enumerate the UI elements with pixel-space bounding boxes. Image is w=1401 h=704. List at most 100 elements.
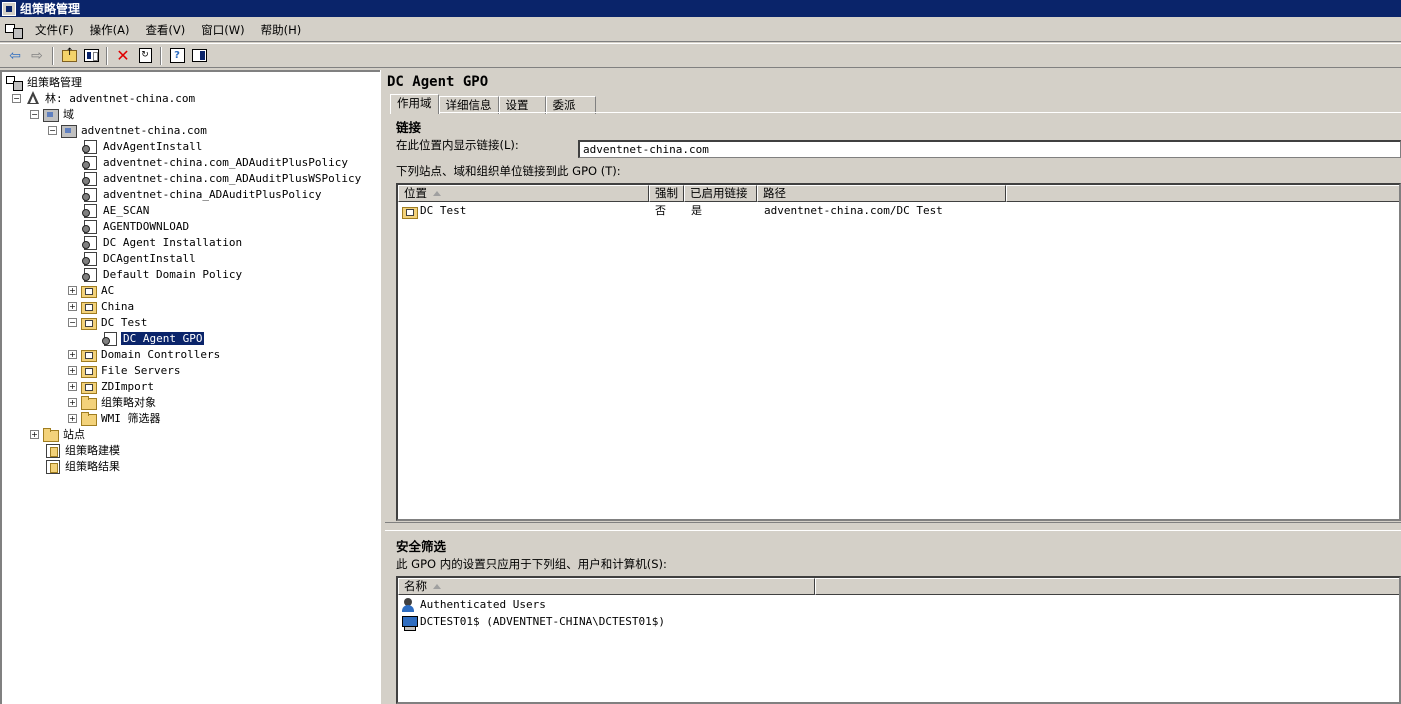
ou-icon — [80, 347, 97, 362]
folder-icon — [80, 411, 97, 426]
column-path[interactable]: 路径 — [757, 185, 1006, 202]
folder-icon — [80, 395, 97, 410]
tree-item-gpo-link[interactable]: DC Agent Installation — [82, 234, 244, 250]
security-filter-list[interactable]: 名称 Authenticated Users DCTEST01$ (ADVENT… — [396, 576, 1401, 704]
column-name[interactable]: 名称 — [398, 578, 815, 595]
tree-item-gpo-link[interactable]: DCAgentInstall — [82, 250, 198, 266]
ou-icon — [80, 315, 97, 330]
table-row[interactable]: Authenticated Users — [401, 597, 1391, 613]
tree-item-ou-zdimport[interactable]: + ZDImport — [68, 378, 156, 394]
column-link-enabled[interactable]: 已启用链接 — [684, 185, 757, 202]
collapse-icon[interactable]: − — [48, 125, 57, 135]
expand-icon[interactable]: + — [30, 429, 39, 439]
gpo-link-icon — [102, 331, 118, 346]
tree-item-label: 组策略对象 — [101, 396, 156, 409]
domains-folder-icon — [42, 107, 59, 122]
gpo-link-icon — [82, 267, 98, 282]
tree-item-domain[interactable]: − adventnet-china.com — [48, 122, 209, 138]
collapse-icon[interactable]: − — [12, 93, 21, 103]
toolbar-separator — [106, 46, 108, 65]
tree-item-forest[interactable]: − 林: adventnet-china.com — [12, 90, 197, 106]
menu-view[interactable]: 查看(V) — [137, 20, 193, 40]
help-button[interactable]: ? — [166, 46, 188, 66]
security-section-title: 安全筛选 — [396, 539, 447, 554]
tree-item-ou-file-servers[interactable]: + File Servers — [68, 362, 182, 378]
forward-button[interactable]: ⇨ — [26, 46, 48, 66]
back-button[interactable]: ⇦ — [4, 46, 26, 66]
tree-item-modeling[interactable]: 组策略建模 — [44, 442, 122, 458]
expand-icon[interactable]: + — [68, 397, 77, 407]
tree-item-gpo-objects[interactable]: + 组策略对象 — [68, 394, 158, 410]
tree-item-ou-ac[interactable]: + AC — [68, 282, 116, 298]
tree-item-selected-gpo[interactable]: DC Agent GPO — [102, 330, 206, 346]
show-links-dropdown[interactable]: adventnet-china.com — [578, 140, 1401, 158]
tree-item-root[interactable]: 组策略管理 — [6, 74, 84, 91]
tree-item-gpo-link[interactable]: adventnet-china.com_ADAuditPlusWSPolicy — [82, 170, 363, 186]
menu-help[interactable]: 帮助(H) — [253, 20, 310, 40]
tree-item-gpo-link[interactable]: AdvAgentInstall — [82, 138, 204, 154]
cell-name: Authenticated Users — [420, 598, 546, 611]
menu-action[interactable]: 操作(A) — [82, 20, 138, 40]
show-hide-tree-button[interactable] — [80, 46, 102, 66]
gpo-link-icon — [82, 219, 98, 234]
ou-icon — [80, 379, 97, 394]
tree-item-label: 组策略管理 — [27, 76, 82, 89]
tree-item-wmi-filters[interactable]: + WMI 筛选器 — [68, 410, 163, 426]
refresh-button[interactable]: ↻ — [134, 46, 156, 66]
ou-icon — [80, 363, 97, 378]
tree-item-gpo-link[interactable]: adventnet-china.com_ADAuditPlusPolicy — [82, 154, 350, 170]
tree-item-label: ZDImport — [101, 379, 154, 393]
tree-item-sites[interactable]: + 站点 — [30, 426, 87, 442]
help-icon: ? — [169, 48, 185, 63]
expand-icon[interactable]: + — [68, 301, 77, 311]
gpo-link-icon — [82, 171, 98, 186]
tree-item-domains[interactable]: − 域 — [30, 106, 76, 122]
tree-item-label: Default Domain Policy — [103, 267, 243, 281]
links-list[interactable]: 位置 强制 已启用链接 路径 DC Test 否 是 adventnet-chi… — [396, 183, 1401, 521]
gpo-link-icon — [82, 139, 98, 154]
table-row[interactable]: DC Test 否 是 adventnet-china.com/DC Test — [401, 203, 1391, 219]
gpo-link-icon — [82, 251, 98, 266]
menu-bar: 文件(F) 操作(A) 查看(V) 窗口(W) 帮助(H) — [0, 18, 1401, 42]
console-tree[interactable]: 组策略管理 − 林: adventnet-china.com − 域 − adv… — [0, 70, 380, 704]
console-icon[interactable] — [5, 22, 23, 39]
show-links-label: 在此位置内显示链接(L): — [396, 138, 519, 152]
up-one-level-button[interactable] — [58, 46, 80, 66]
section-splitter[interactable] — [385, 522, 1401, 531]
collapse-icon[interactable]: − — [68, 317, 77, 327]
collapse-icon[interactable]: − — [30, 109, 39, 119]
tree-item-ou-dctest[interactable]: − DC Test — [68, 314, 149, 330]
tree-item-label: WMI 筛选器 — [101, 412, 161, 425]
security-label: 此 GPO 内的设置只应用于下列组、用户和计算机(S): — [396, 557, 667, 571]
tree-item-label: File Servers — [101, 363, 181, 377]
tree-item-gpo-link[interactable]: Default Domain Policy — [82, 266, 244, 282]
tree-item-gpo-link[interactable]: AGENTDOWNLOAD — [82, 218, 191, 234]
tree-item-results[interactable]: 组策略结果 — [44, 458, 122, 474]
expand-icon[interactable]: + — [68, 349, 77, 359]
expand-icon[interactable]: + — [68, 365, 77, 375]
tab-divider — [390, 112, 1401, 113]
tree-item-label: China — [101, 299, 135, 313]
show-tree-icon — [83, 49, 99, 62]
tab-scope[interactable]: 作用域 — [390, 94, 439, 114]
action-pane-button[interactable] — [188, 46, 210, 66]
tree-item-label: 组策略结果 — [65, 460, 120, 473]
window-title: 组策略管理 — [20, 2, 81, 16]
gpmc-icon — [6, 75, 23, 91]
menu-file[interactable]: 文件(F) — [27, 20, 82, 40]
expand-icon[interactable]: + — [68, 285, 77, 295]
tree-item-gpo-link[interactable]: AE_SCAN — [82, 202, 151, 218]
tree-item-ou-china[interactable]: + China — [68, 298, 136, 314]
tree-item-gpo-link[interactable]: adventnet-china_ADAuditPlusPolicy — [82, 186, 324, 202]
menu-window[interactable]: 窗口(W) — [193, 20, 252, 40]
cell-enabled: 是 — [691, 204, 702, 217]
users-icon — [401, 598, 417, 612]
column-location[interactable]: 位置 — [398, 185, 649, 202]
tree-item-label: adventnet-china.com_ADAuditPlusWSPolicy — [103, 171, 362, 185]
expand-icon[interactable]: + — [68, 381, 77, 391]
tree-item-ou-domain-controllers[interactable]: + Domain Controllers — [68, 346, 222, 362]
delete-button[interactable]: ✕ — [112, 46, 134, 66]
table-row[interactable]: DCTEST01$ (ADVENTNET-CHINA\DCTEST01$) — [401, 614, 1391, 631]
expand-icon[interactable]: + — [68, 413, 77, 423]
column-enforced[interactable]: 强制 — [649, 185, 684, 202]
